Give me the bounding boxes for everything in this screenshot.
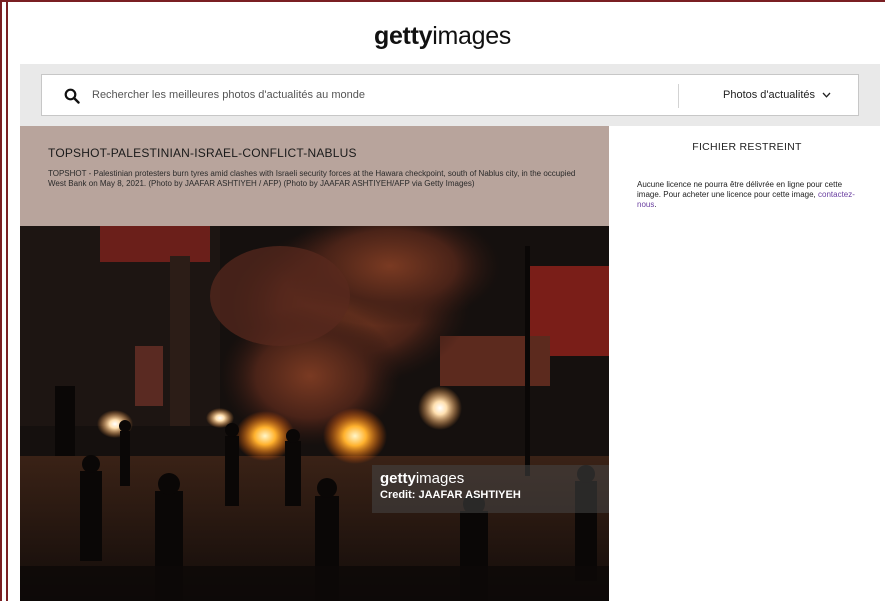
search-icon[interactable] <box>64 88 80 104</box>
licence-text: Aucune licence ne pourra être délivrée e… <box>637 180 843 199</box>
licence-notice: Aucune licence ne pourra être délivrée e… <box>637 180 865 210</box>
logo-bold: getty <box>373 22 433 50</box>
category-label: Photos d'actualités <box>723 89 815 101</box>
photo-caption: TOPSHOT - Palestinian protesters burn ty… <box>48 169 576 188</box>
logo-light: images <box>432 22 512 50</box>
photo-credit: Credit: JAAFAR ASHTIYEH <box>380 489 521 501</box>
photo-title: TOPSHOT-PALESTINIAN-ISRAEL-CONFLICT-NABL… <box>48 146 357 160</box>
getty-watermark: gettyimages Credit: JAAFAR ASHTIYEH <box>372 465 609 513</box>
watermark-logo-light: images <box>415 470 465 487</box>
getty-logo[interactable]: gettyimages <box>0 22 885 51</box>
photo-caption-panel: TOPSHOT-PALESTINIAN-ISRAEL-CONFLICT-NABL… <box>20 126 609 226</box>
licence-period: . <box>654 200 657 209</box>
search-divider <box>678 84 679 108</box>
search-bar-band: Photos d'actualités <box>20 64 880 126</box>
watermark-logo: gettyimages <box>380 470 609 487</box>
chevron-down-icon <box>822 92 831 98</box>
news-photo[interactable] <box>20 226 609 601</box>
category-dropdown[interactable]: Photos d'actualités <box>702 75 852 115</box>
search-box: Photos d'actualités <box>41 74 859 116</box>
restricted-heading: FICHIER RESTREINT <box>692 141 802 153</box>
window-frame-edge <box>6 2 8 601</box>
photo-viewer: TOPSHOT-PALESTINIAN-ISRAEL-CONFLICT-NABL… <box>20 126 609 601</box>
watermark-logo-bold: getty <box>380 470 416 487</box>
search-input[interactable] <box>92 75 672 115</box>
licence-panel: FICHIER RESTREINT Aucune licence ne pour… <box>609 126 885 601</box>
